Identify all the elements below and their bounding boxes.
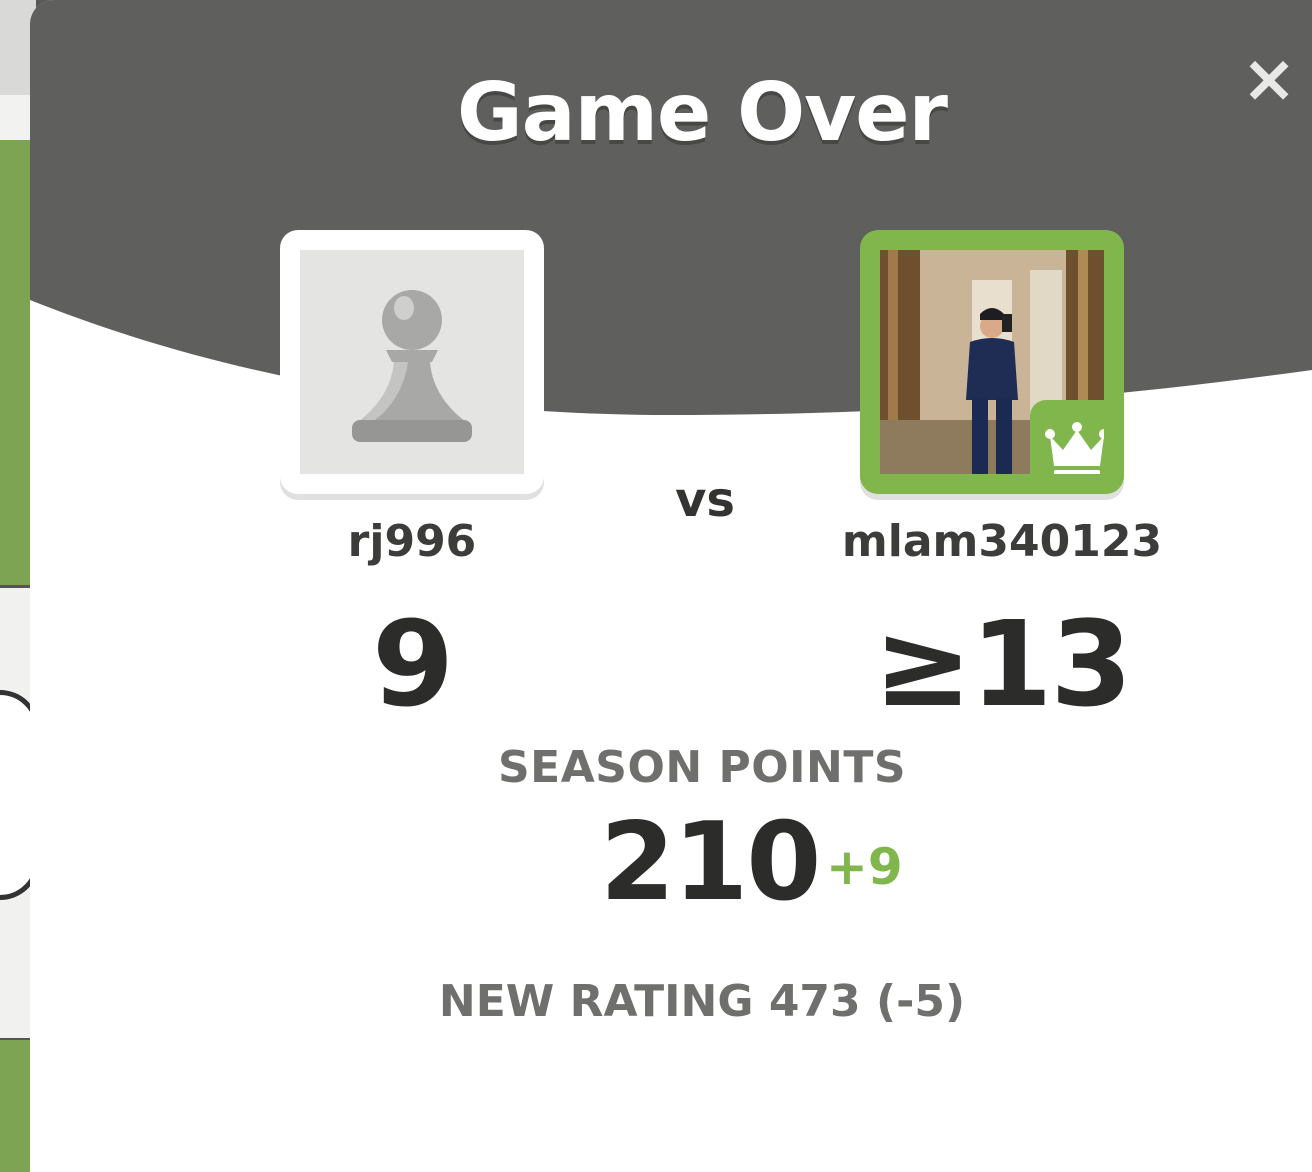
pawn-icon: [300, 250, 524, 474]
username-right[interactable]: mlam340123: [802, 516, 1202, 567]
vs-label: vs: [675, 472, 735, 528]
close-button[interactable]: ×: [1238, 46, 1300, 112]
username-left[interactable]: rj996: [262, 516, 562, 567]
season-points-row: 210 +9: [590, 800, 990, 930]
season-points-label: SEASON POINTS: [497, 742, 907, 793]
crown-badge: [1030, 400, 1104, 474]
modal-title: Game Over: [457, 66, 948, 159]
new-rating-text: NEW RATING 473 (-5): [438, 976, 966, 1027]
player-avatar-right[interactable]: [860, 230, 1124, 494]
score-left: 9: [371, 595, 454, 733]
season-points-value: 210: [600, 800, 821, 925]
game-over-modal: Game Over × vs rj996 mlam340123 9 ≥13 SE…: [30, 0, 1312, 1172]
season-points-delta: +9: [826, 838, 903, 896]
user-photo: [880, 250, 1104, 474]
player-avatar-left[interactable]: [280, 230, 544, 494]
score-right: ≥13: [873, 595, 1132, 733]
crown-icon: [1045, 422, 1104, 474]
